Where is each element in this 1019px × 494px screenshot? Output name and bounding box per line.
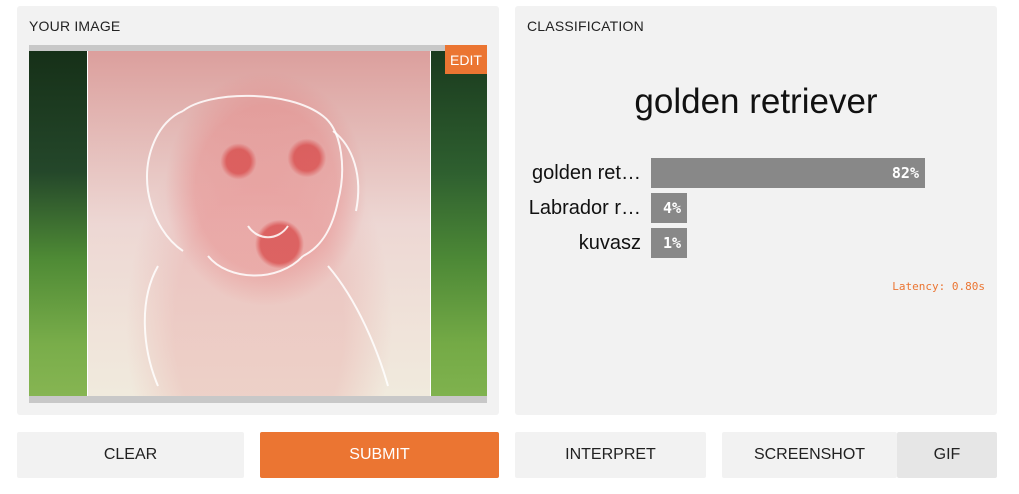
- confidence-value: 4%: [662, 199, 681, 217]
- confidence-bar: 4%: [651, 193, 687, 223]
- screenshot-button[interactable]: SCREENSHOT: [722, 432, 897, 478]
- output-panel-title: CLASSIFICATION: [527, 18, 644, 34]
- dog-outline-graphic: [143, 94, 389, 387]
- confidence-value: 1%: [662, 234, 681, 252]
- confidence-bar: 82%: [651, 158, 925, 188]
- confidence-row: Labrador r… 4%: [515, 193, 997, 223]
- confidence-value: 82%: [891, 164, 919, 182]
- latency-text: Latency: 0.80s: [892, 280, 985, 293]
- edit-button[interactable]: EDIT: [445, 45, 487, 74]
- interpretation-heatmap: [87, 51, 431, 396]
- confidence-label: golden ret…: [532, 162, 641, 184]
- photo-left-edge: [29, 51, 87, 396]
- confidence-row: kuvasz 1%: [515, 228, 997, 258]
- confidence-label: Labrador r…: [528, 197, 641, 219]
- input-image[interactable]: [29, 45, 487, 403]
- photo-right-edge: [431, 51, 487, 396]
- gif-button[interactable]: GIF: [897, 432, 997, 478]
- output-panel: CLASSIFICATION golden retriever golden r…: [515, 6, 997, 415]
- input-panel-title: YOUR IMAGE: [29, 18, 121, 34]
- confidence-bar: 1%: [651, 228, 687, 258]
- confidence-label: kuvasz: [578, 232, 641, 254]
- clear-button[interactable]: CLEAR: [17, 432, 244, 478]
- dog-photo: [29, 51, 487, 396]
- submit-button[interactable]: SUBMIT: [260, 432, 499, 478]
- input-panel: YOUR IMAGE EDIT: [17, 6, 499, 415]
- confidence-row: golden ret… 82%: [515, 158, 997, 188]
- interpret-button[interactable]: INTERPRET: [515, 432, 706, 478]
- top-prediction-label: golden retriever: [634, 82, 878, 121]
